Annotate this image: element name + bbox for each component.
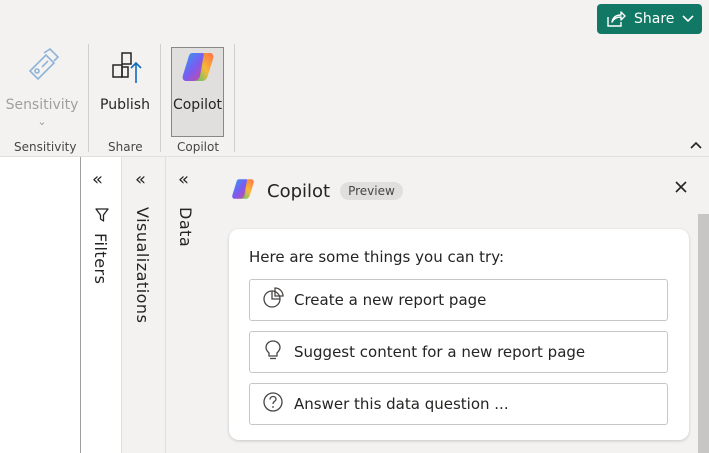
suggestion-create-report-page[interactable]: Create a new report page (249, 279, 668, 321)
filters-label: Filters (91, 233, 110, 285)
ribbon-group-sensitivity: Sensitivity ⌄ Sensitivity (0, 44, 88, 157)
suggestion-label: Answer this data question ... (294, 395, 509, 413)
close-icon[interactable] (674, 178, 688, 199)
copilot-title: Copilot (267, 180, 331, 202)
publish-label: Publish (100, 97, 150, 113)
suggestions-intro: Here are some things you can try: (249, 248, 505, 266)
data-pane-collapsed[interactable]: « Data (165, 157, 209, 453)
lightbulb-icon (262, 339, 284, 365)
chevron-down-icon: ⌄ (37, 115, 47, 128)
expand-chevron-icon[interactable]: « (92, 169, 103, 190)
copilot-label: Copilot (172, 97, 223, 113)
share-label: Share (634, 11, 675, 27)
ribbon-separator (234, 44, 235, 152)
ribbon-group-label: Copilot (177, 140, 220, 154)
question-icon (262, 391, 284, 417)
share-icon (606, 10, 626, 28)
suggestion-suggest-content[interactable]: Suggest content for a new report page (249, 331, 668, 373)
pie-chart-icon (262, 287, 284, 313)
ribbon-separator (160, 44, 161, 152)
suggestion-label: Suggest content for a new report page (294, 343, 586, 361)
report-canvas[interactable] (0, 157, 80, 453)
ribbon-group-label: Sensitivity (14, 140, 77, 154)
top-bar: Share (0, 0, 709, 44)
preview-badge: Preview (340, 182, 403, 200)
expand-chevron-icon[interactable]: « (178, 169, 189, 190)
publish-button[interactable]: Publish (97, 47, 153, 113)
sensitivity-button[interactable]: Sensitivity ⌄ (5, 47, 79, 128)
copilot-logo-icon (178, 47, 218, 91)
ribbon: Sensitivity ⌄ Sensitivity Publish Share (0, 44, 709, 157)
visualizations-label: Visualizations (133, 207, 152, 324)
filter-icon (94, 207, 110, 227)
suggestion-answer-question[interactable]: Answer this data question ... (249, 383, 668, 425)
ribbon-group-label: Share (108, 140, 143, 154)
chevron-down-icon (682, 15, 694, 23)
sensitivity-label-icon (22, 47, 62, 91)
filters-pane-collapsed[interactable]: « Filters (80, 157, 121, 453)
data-label: Data (176, 207, 195, 248)
copilot-button-content: Copilot (171, 47, 224, 113)
share-button[interactable]: Share (597, 4, 702, 34)
copilot-logo-icon (229, 175, 257, 207)
ribbon-group-share: Publish Share (89, 44, 160, 157)
visualizations-pane-collapsed[interactable]: « Visualizations (121, 157, 165, 453)
copilot-header: Copilot Preview (229, 175, 403, 207)
sensitivity-label: Sensitivity (5, 97, 79, 113)
suggestions-card: Here are some things you can try: Create… (229, 229, 689, 440)
suggestion-label: Create a new report page (294, 291, 487, 309)
expand-chevron-icon[interactable]: « (135, 169, 146, 190)
scrollbar[interactable] (698, 214, 709, 453)
copilot-pane: Copilot Preview Here are some things you… (209, 157, 709, 453)
publish-icon (105, 47, 145, 91)
chevron-up-icon[interactable] (690, 138, 702, 152)
